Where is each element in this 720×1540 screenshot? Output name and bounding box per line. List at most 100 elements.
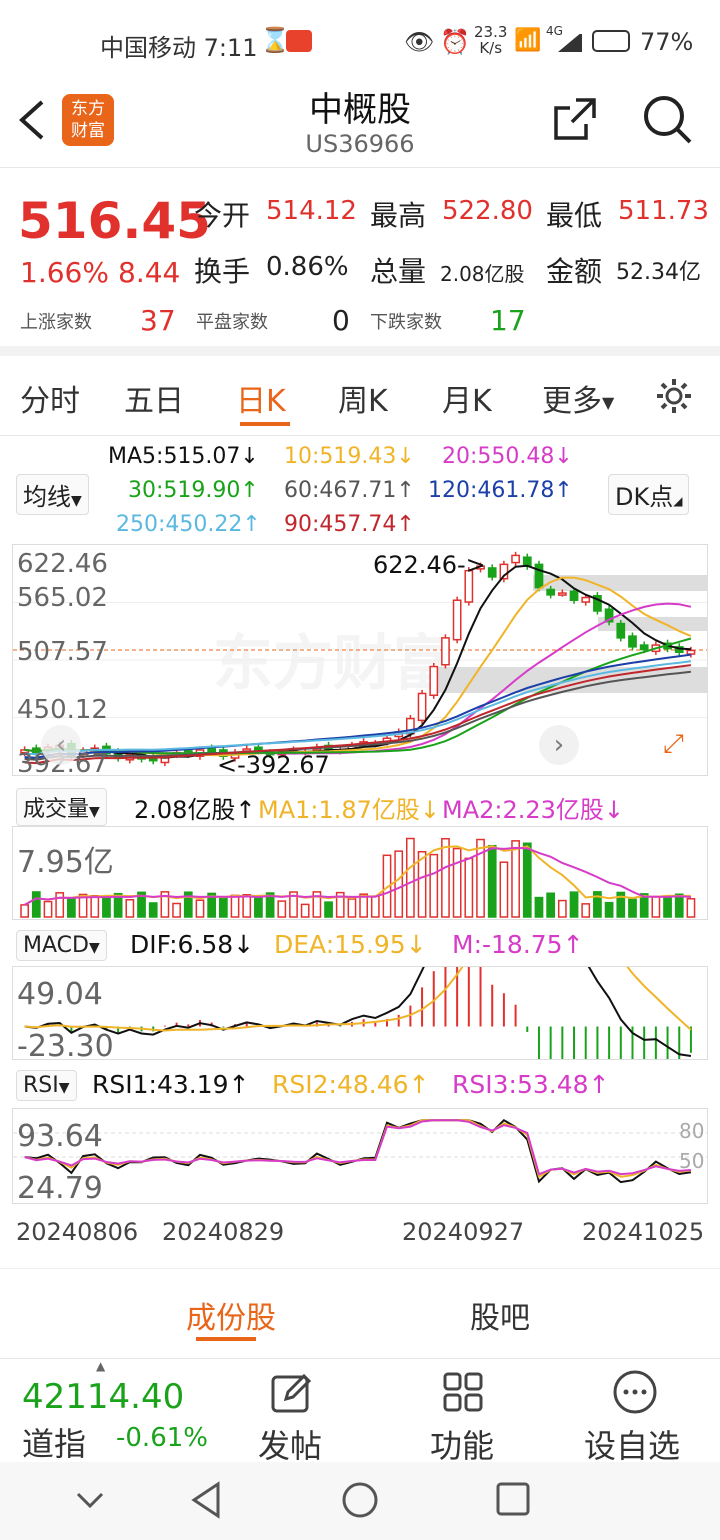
- edit-icon[interactable]: [270, 1371, 314, 1415]
- volume-bar: [686, 898, 696, 918]
- macd-chart[interactable]: 49.04 -23.30: [12, 966, 708, 1064]
- add-watchlist-button[interactable]: 设自选: [584, 1421, 680, 1467]
- volume-bar: [406, 837, 415, 918]
- candle-down: [207, 747, 217, 753]
- ma5-value: MA5:515.07↓: [108, 444, 259, 469]
- home-nav-icon[interactable]: [340, 1480, 380, 1520]
- flat-count: 0: [332, 304, 350, 337]
- volume-bar: [546, 892, 556, 918]
- rsi-line-50: 50: [679, 1149, 705, 1173]
- chevron-right-icon[interactable]: ›: [539, 725, 579, 765]
- index-name[interactable]: 道指: [22, 1419, 86, 1465]
- function-button[interactable]: 功能: [430, 1421, 494, 1467]
- recents-nav-icon[interactable]: [494, 1480, 534, 1520]
- tab-weekly-k[interactable]: 周K: [338, 376, 388, 420]
- ma5-line: [24, 564, 691, 759]
- grid-icon[interactable]: [442, 1371, 486, 1415]
- chevron-left-icon[interactable]: ‹: [41, 725, 81, 765]
- volume-chart[interactable]: 7.95亿: [12, 826, 708, 920]
- kline-chart[interactable]: 东方财富 622.46 565.02 507.57 450.12 392.67 …: [12, 544, 708, 779]
- volume-bar: [148, 902, 158, 918]
- volume-bar: [557, 899, 567, 918]
- macd-selector[interactable]: MACD▼: [16, 930, 107, 961]
- open-value: 514.12: [266, 196, 357, 226]
- back-icon[interactable]: [16, 98, 48, 142]
- date-label-1: 20240806: [16, 1218, 139, 1246]
- caret-down-icon: ▼: [89, 804, 100, 820]
- search-icon[interactable]: [640, 92, 694, 146]
- volume-bar: [674, 893, 684, 918]
- volume-bar: [394, 850, 404, 918]
- period-tabs: 分时 五日 日K 周K 月K 更多▼: [0, 356, 720, 436]
- tab-forum[interactable]: 股吧: [470, 1293, 530, 1337]
- turnover-label: 换手: [194, 255, 251, 288]
- candle-down: [639, 644, 649, 651]
- volume-svg: [20, 837, 696, 918]
- volume-current: 2.08亿股↑: [134, 796, 256, 824]
- tab-monthly-k[interactable]: 月K: [442, 376, 492, 420]
- volume-bar: [581, 903, 591, 918]
- tab-intraday[interactable]: 分时: [20, 376, 80, 420]
- macd-dea-line: [24, 967, 692, 1032]
- volume-bar: [370, 895, 380, 918]
- ma250-line: [24, 660, 692, 756]
- volume-bar: [651, 895, 661, 918]
- candle-up: [441, 637, 450, 666]
- ma30-value: 30:519.90↑: [128, 478, 259, 503]
- rsi1-line: [24, 1118, 692, 1184]
- index-change: -0.61%: [116, 1423, 208, 1453]
- volume-value: 2.08亿股: [440, 262, 525, 286]
- ma10-line: [24, 576, 692, 757]
- gear-icon[interactable]: [654, 376, 694, 416]
- caret-down-icon: ▼: [71, 493, 82, 509]
- candle-down: [546, 588, 556, 596]
- date-label-4: 20241025: [582, 1218, 705, 1246]
- index-value[interactable]: 42114.40: [22, 1377, 184, 1417]
- candle-down: [616, 622, 626, 639]
- tab-daily-k[interactable]: 日K: [236, 376, 286, 420]
- volume-selector[interactable]: 成交量▼: [16, 788, 107, 826]
- candle-down: [569, 590, 579, 601]
- share-icon[interactable]: [550, 94, 600, 144]
- chevron-down-icon[interactable]: [74, 1484, 106, 1516]
- tab-more[interactable]: 更多▼: [542, 376, 614, 420]
- candle-up: [557, 592, 567, 596]
- ma-selector[interactable]: 均线▼: [16, 474, 89, 515]
- network-speed: 23.3 K/s: [474, 23, 508, 57]
- system-nav-bar: [0, 1462, 720, 1540]
- high-value: 522.80: [442, 196, 533, 226]
- volume-bar: [663, 895, 672, 918]
- turnover-value: 0.86%: [266, 252, 349, 282]
- volume-bar: [429, 853, 439, 918]
- volume-bar: [347, 898, 357, 918]
- tab-constituents[interactable]: 成份股: [186, 1293, 276, 1337]
- volume-bar: [511, 840, 520, 918]
- back-nav-icon[interactable]: [188, 1480, 224, 1520]
- more-icon[interactable]: [612, 1369, 658, 1415]
- post-button[interactable]: 发帖: [258, 1421, 322, 1467]
- expand-icon[interactable]: ⤢: [663, 729, 684, 760]
- rsi-selector[interactable]: RSI▼: [16, 1070, 77, 1101]
- battery-level: 77%: [640, 28, 694, 56]
- candle-up: [581, 596, 591, 603]
- volume-bar: [31, 891, 41, 918]
- candle-up: [452, 599, 462, 641]
- tab-five-day[interactable]: 五日: [124, 376, 184, 420]
- high-marker-label: 622.46->: [373, 551, 486, 579]
- macd-dea: DEA:15.95↓: [274, 930, 427, 959]
- app-notification-icon: [286, 30, 312, 52]
- volume-bar: [67, 897, 76, 918]
- price-axis-2: 565.02: [17, 583, 108, 613]
- rsi-chart[interactable]: 93.64 24.79 80 50: [12, 1108, 708, 1206]
- candle-up: [417, 692, 427, 722]
- rsi-axis-min: 24.79: [17, 1171, 103, 1206]
- dk-point-button[interactable]: DK点◢: [608, 474, 690, 515]
- macd-svg: [24, 967, 692, 1059]
- change-percent: 1.66%: [20, 256, 109, 289]
- volume-bar: [102, 896, 111, 918]
- volume-bar: [569, 891, 579, 918]
- open-label: 今开: [194, 199, 251, 232]
- candle-down: [487, 567, 497, 578]
- eye-icon: 👁: [404, 28, 435, 56]
- ma250-value: 250:450.22↑: [116, 512, 261, 537]
